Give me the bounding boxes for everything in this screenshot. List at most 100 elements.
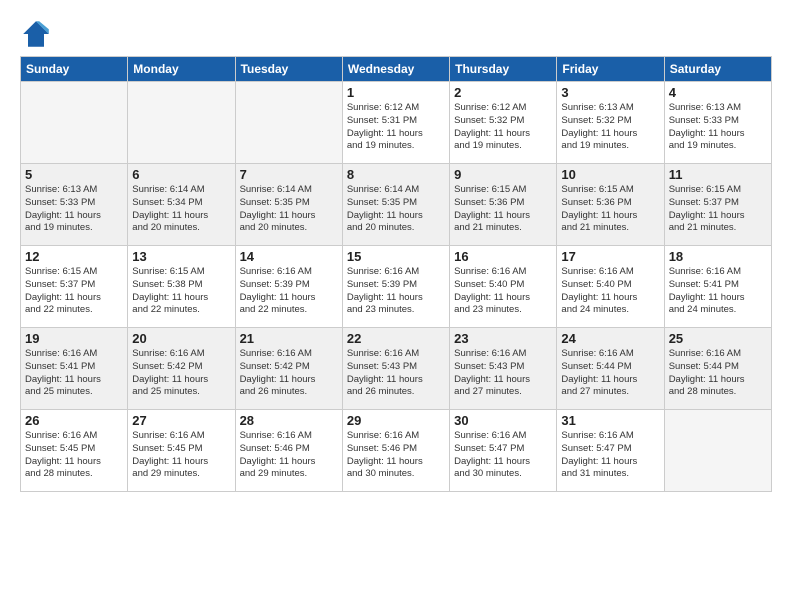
day-number: 27 (132, 413, 230, 428)
day-info: Sunrise: 6:16 AM Sunset: 5:44 PM Dayligh… (669, 348, 767, 399)
calendar-cell: 8Sunrise: 6:14 AM Sunset: 5:35 PM Daylig… (342, 164, 449, 246)
day-info: Sunrise: 6:15 AM Sunset: 5:38 PM Dayligh… (132, 266, 230, 317)
page: SundayMondayTuesdayWednesdayThursdayFrid… (0, 0, 792, 612)
calendar-cell (21, 82, 128, 164)
weekday-header-tuesday: Tuesday (235, 57, 342, 82)
logo-icon (20, 18, 52, 50)
day-info: Sunrise: 6:16 AM Sunset: 5:39 PM Dayligh… (240, 266, 338, 317)
day-info: Sunrise: 6:16 AM Sunset: 5:46 PM Dayligh… (347, 430, 445, 481)
calendar-table: SundayMondayTuesdayWednesdayThursdayFrid… (20, 56, 772, 492)
calendar-cell: 17 Sunrise: 6:16 AM Sunset: 5:40 PM Dayli… (557, 246, 664, 328)
day-info: Sunrise: 6:13 AM Sunset: 5:32 PM Dayligh… (561, 102, 659, 153)
calendar-cell: 16 Sunrise: 6:16 AM Sunset: 5:40 PM Dayli… (450, 246, 557, 328)
header (20, 18, 772, 50)
day-info: Sunrise: 6:14 AM Sunset: 5:35 PM Dayligh… (347, 184, 445, 235)
day-number: 19 (25, 331, 123, 346)
day-number: 31 (561, 413, 659, 428)
calendar-cell: 18 Sunrise: 6:16 AM Sunset: 5:41 PM Dayli… (664, 246, 771, 328)
day-info: Sunrise: 6:14 AM Sunset: 5:35 PM Dayligh… (240, 184, 338, 235)
day-number: 3 (561, 85, 659, 100)
week-row-3: 12 Sunrise: 6:15 AM Sunset: 5:37 PM Dayli… (21, 246, 772, 328)
day-number: 11 (669, 167, 767, 182)
calendar-cell: 26 Sunrise: 6:16 AM Sunset: 5:45 PM Dayli… (21, 410, 128, 492)
day-number: 14 (240, 249, 338, 264)
day-number: 25 (669, 331, 767, 346)
week-row-5: 26 Sunrise: 6:16 AM Sunset: 5:45 PM Dayli… (21, 410, 772, 492)
day-info: Sunrise: 6:16 AM Sunset: 5:45 PM Dayligh… (25, 430, 123, 481)
calendar-cell: 27 Sunrise: 6:16 AM Sunset: 5:45 PM Dayli… (128, 410, 235, 492)
day-number: 2 (454, 85, 552, 100)
calendar-cell: 25 Sunrise: 6:16 AM Sunset: 5:44 PM Dayli… (664, 328, 771, 410)
calendar-cell: 14 Sunrise: 6:16 AM Sunset: 5:39 PM Dayli… (235, 246, 342, 328)
day-info: Sunrise: 6:15 AM Sunset: 5:36 PM Dayligh… (454, 184, 552, 235)
day-info: Sunrise: 6:16 AM Sunset: 5:46 PM Dayligh… (240, 430, 338, 481)
day-info: Sunrise: 6:15 AM Sunset: 5:37 PM Dayligh… (669, 184, 767, 235)
calendar-cell: 29 Sunrise: 6:16 AM Sunset: 5:46 PM Dayli… (342, 410, 449, 492)
calendar-cell: 28 Sunrise: 6:16 AM Sunset: 5:46 PM Dayli… (235, 410, 342, 492)
day-number: 16 (454, 249, 552, 264)
day-info: Sunrise: 6:16 AM Sunset: 5:47 PM Dayligh… (561, 430, 659, 481)
calendar-cell: 9 Sunrise: 6:15 AM Sunset: 5:36 PM Daylig… (450, 164, 557, 246)
calendar-cell (128, 82, 235, 164)
calendar-cell: 5 Sunrise: 6:13 AM Sunset: 5:33 PM Daylig… (21, 164, 128, 246)
day-info: Sunrise: 6:15 AM Sunset: 5:37 PM Dayligh… (25, 266, 123, 317)
day-info: Sunrise: 6:12 AM Sunset: 5:31 PM Dayligh… (347, 102, 445, 153)
day-info: Sunrise: 6:14 AM Sunset: 5:34 PM Dayligh… (132, 184, 230, 235)
day-info: Sunrise: 6:15 AM Sunset: 5:36 PM Dayligh… (561, 184, 659, 235)
calendar-cell: 11 Sunrise: 6:15 AM Sunset: 5:37 PM Dayli… (664, 164, 771, 246)
day-number: 30 (454, 413, 552, 428)
day-number: 6 (132, 167, 230, 182)
calendar-cell: 23Sunrise: 6:16 AM Sunset: 5:43 PM Dayli… (450, 328, 557, 410)
day-info: Sunrise: 6:16 AM Sunset: 5:41 PM Dayligh… (669, 266, 767, 317)
weekday-header-row: SundayMondayTuesdayWednesdayThursdayFrid… (21, 57, 772, 82)
weekday-header-thursday: Thursday (450, 57, 557, 82)
week-row-4: 19Sunrise: 6:16 AM Sunset: 5:41 PM Dayli… (21, 328, 772, 410)
calendar-cell: 15 Sunrise: 6:16 AM Sunset: 5:39 PM Dayli… (342, 246, 449, 328)
day-number: 24 (561, 331, 659, 346)
calendar-cell: 21 Sunrise: 6:16 AM Sunset: 5:42 PM Dayli… (235, 328, 342, 410)
day-number: 18 (669, 249, 767, 264)
day-number: 17 (561, 249, 659, 264)
calendar-cell: 19Sunrise: 6:16 AM Sunset: 5:41 PM Dayli… (21, 328, 128, 410)
day-number: 7 (240, 167, 338, 182)
day-number: 23 (454, 331, 552, 346)
calendar-cell: 1Sunrise: 6:12 AM Sunset: 5:31 PM Daylig… (342, 82, 449, 164)
day-info: Sunrise: 6:13 AM Sunset: 5:33 PM Dayligh… (25, 184, 123, 235)
day-info: Sunrise: 6:16 AM Sunset: 5:45 PM Dayligh… (132, 430, 230, 481)
day-info: Sunrise: 6:16 AM Sunset: 5:40 PM Dayligh… (561, 266, 659, 317)
calendar-cell: 30 Sunrise: 6:16 AM Sunset: 5:47 PM Dayli… (450, 410, 557, 492)
calendar-cell (664, 410, 771, 492)
day-info: Sunrise: 6:16 AM Sunset: 5:43 PM Dayligh… (347, 348, 445, 399)
calendar-cell: 10Sunrise: 6:15 AM Sunset: 5:36 PM Dayli… (557, 164, 664, 246)
day-number: 29 (347, 413, 445, 428)
day-number: 20 (132, 331, 230, 346)
calendar-cell: 22 Sunrise: 6:16 AM Sunset: 5:43 PM Dayli… (342, 328, 449, 410)
day-info: Sunrise: 6:16 AM Sunset: 5:40 PM Dayligh… (454, 266, 552, 317)
calendar-cell: 24Sunrise: 6:16 AM Sunset: 5:44 PM Dayli… (557, 328, 664, 410)
day-number: 22 (347, 331, 445, 346)
day-info: Sunrise: 6:16 AM Sunset: 5:42 PM Dayligh… (240, 348, 338, 399)
calendar-cell: 6 Sunrise: 6:14 AM Sunset: 5:34 PM Daylig… (128, 164, 235, 246)
day-number: 4 (669, 85, 767, 100)
calendar-cell: 3 Sunrise: 6:13 AM Sunset: 5:32 PM Daylig… (557, 82, 664, 164)
calendar-cell: 7 Sunrise: 6:14 AM Sunset: 5:35 PM Daylig… (235, 164, 342, 246)
weekday-header-saturday: Saturday (664, 57, 771, 82)
day-number: 28 (240, 413, 338, 428)
day-info: Sunrise: 6:16 AM Sunset: 5:42 PM Dayligh… (132, 348, 230, 399)
day-info: Sunrise: 6:16 AM Sunset: 5:47 PM Dayligh… (454, 430, 552, 481)
calendar-cell: 20 Sunrise: 6:16 AM Sunset: 5:42 PM Dayli… (128, 328, 235, 410)
day-number: 26 (25, 413, 123, 428)
weekday-header-sunday: Sunday (21, 57, 128, 82)
day-number: 5 (25, 167, 123, 182)
calendar-cell: 31 Sunrise: 6:16 AM Sunset: 5:47 PM Dayli… (557, 410, 664, 492)
day-number: 12 (25, 249, 123, 264)
calendar-cell: 4Sunrise: 6:13 AM Sunset: 5:33 PM Daylig… (664, 82, 771, 164)
day-info: Sunrise: 6:16 AM Sunset: 5:39 PM Dayligh… (347, 266, 445, 317)
day-number: 9 (454, 167, 552, 182)
day-info: Sunrise: 6:12 AM Sunset: 5:32 PM Dayligh… (454, 102, 552, 153)
calendar-cell: 12 Sunrise: 6:15 AM Sunset: 5:37 PM Dayli… (21, 246, 128, 328)
day-number: 15 (347, 249, 445, 264)
day-number: 21 (240, 331, 338, 346)
week-row-1: 1Sunrise: 6:12 AM Sunset: 5:31 PM Daylig… (21, 82, 772, 164)
weekday-header-friday: Friday (557, 57, 664, 82)
